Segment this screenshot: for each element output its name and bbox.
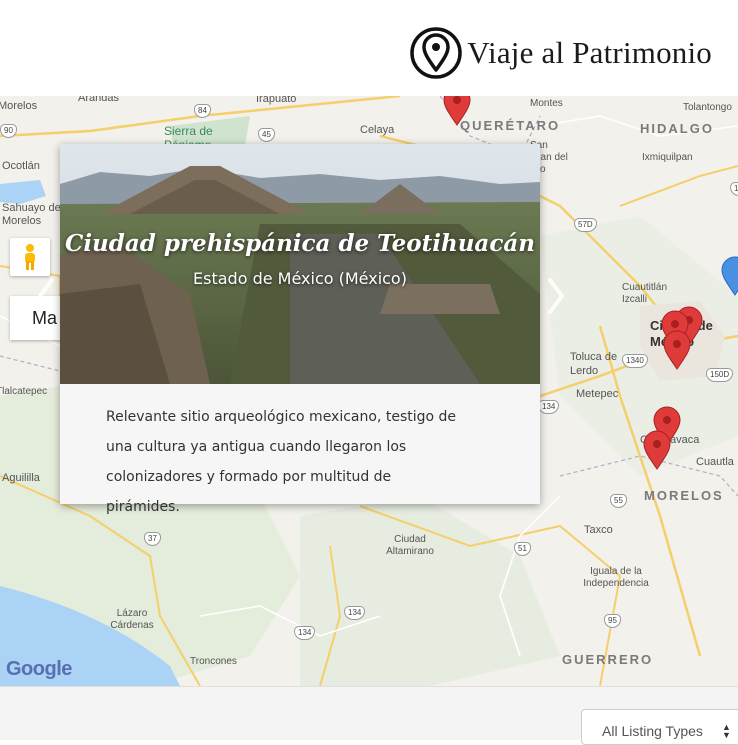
map-label: Ciudad Altamirano	[386, 534, 434, 557]
listing-title: Ciudad prehispánica de Teotihuacán	[65, 230, 535, 257]
google-logo: Google	[6, 658, 72, 681]
listing-description: Relevante sitio arqueológico mexicano, t…	[106, 409, 457, 515]
map-label: Tolantongo	[683, 102, 732, 113]
map-label: Troncones	[190, 656, 237, 667]
map-marker-pin-icon[interactable]	[662, 330, 692, 370]
map-label: Sahuayo de Morelos	[2, 202, 61, 227]
carousel-prev-chevron-icon[interactable]	[34, 276, 58, 316]
map-label: Toluca de Lerdo	[570, 351, 618, 377]
map-marker-pin-icon[interactable]	[720, 256, 738, 296]
highway-shield: 150D	[706, 368, 734, 382]
listing-photo[interactable]: Ciudad prehispánica de Teotihuacán Estad…	[60, 144, 540, 384]
state-label: GUERRERO	[562, 652, 654, 667]
listing-types-select[interactable]: All Listing Types ▲ ▼	[581, 709, 738, 745]
state-label: HIDALGO	[640, 121, 714, 136]
state-label: QUERÉTARO	[460, 118, 561, 133]
map-label: Irapuato	[256, 96, 297, 105]
map-label: Lázaro Cárdenas	[110, 608, 154, 631]
highway-shield: 1340	[622, 354, 648, 368]
location-pin-icon	[410, 27, 463, 79]
map-filter-bar: All Listing Types ▲ ▼	[0, 686, 738, 745]
site-header: Viaje al Patrimonio	[0, 0, 738, 96]
map-label: Ixmiquilpan	[642, 152, 693, 163]
map-label: Morelos	[0, 100, 38, 112]
listing-card[interactable]: Ciudad prehispánica de Teotihuacán Estad…	[60, 144, 540, 515]
pegman-icon	[25, 244, 35, 270]
map-marker-pin-icon[interactable]	[442, 96, 472, 126]
google-attribution: Google	[6, 658, 72, 680]
map-marker-pin-icon[interactable]	[642, 430, 672, 470]
map-label: Arandas	[78, 96, 119, 104]
map-label: Metepec	[576, 388, 619, 400]
highway-shield: 57D	[574, 218, 597, 232]
map-label: Aguililla	[2, 472, 40, 484]
state-label: MORELOS	[644, 488, 724, 503]
map-label: Montes	[530, 98, 563, 109]
map-label: Celaya	[360, 124, 395, 136]
site-logo[interactable]: Viaje al Patrimonio	[409, 26, 712, 80]
map-label: Cuautitlán Izcalli	[622, 282, 668, 305]
listing-types-value: All Listing Types	[602, 723, 703, 739]
map-label: Cuautla	[696, 456, 734, 468]
site-title: Viaje al Patrimonio	[467, 35, 712, 70]
map-label: Taxco	[584, 524, 613, 536]
carousel-next-chevron-icon[interactable]	[544, 276, 568, 316]
map-label: Tlalcatepec	[0, 386, 48, 397]
map-label: Ocotlán	[2, 160, 40, 172]
map-label: Iguala de la Independencia	[583, 566, 649, 589]
select-updown-icon: ▲ ▼	[722, 722, 731, 740]
street-view-pegman-button[interactable]	[10, 238, 50, 276]
listing-location: Estado de México (México)	[193, 269, 407, 288]
